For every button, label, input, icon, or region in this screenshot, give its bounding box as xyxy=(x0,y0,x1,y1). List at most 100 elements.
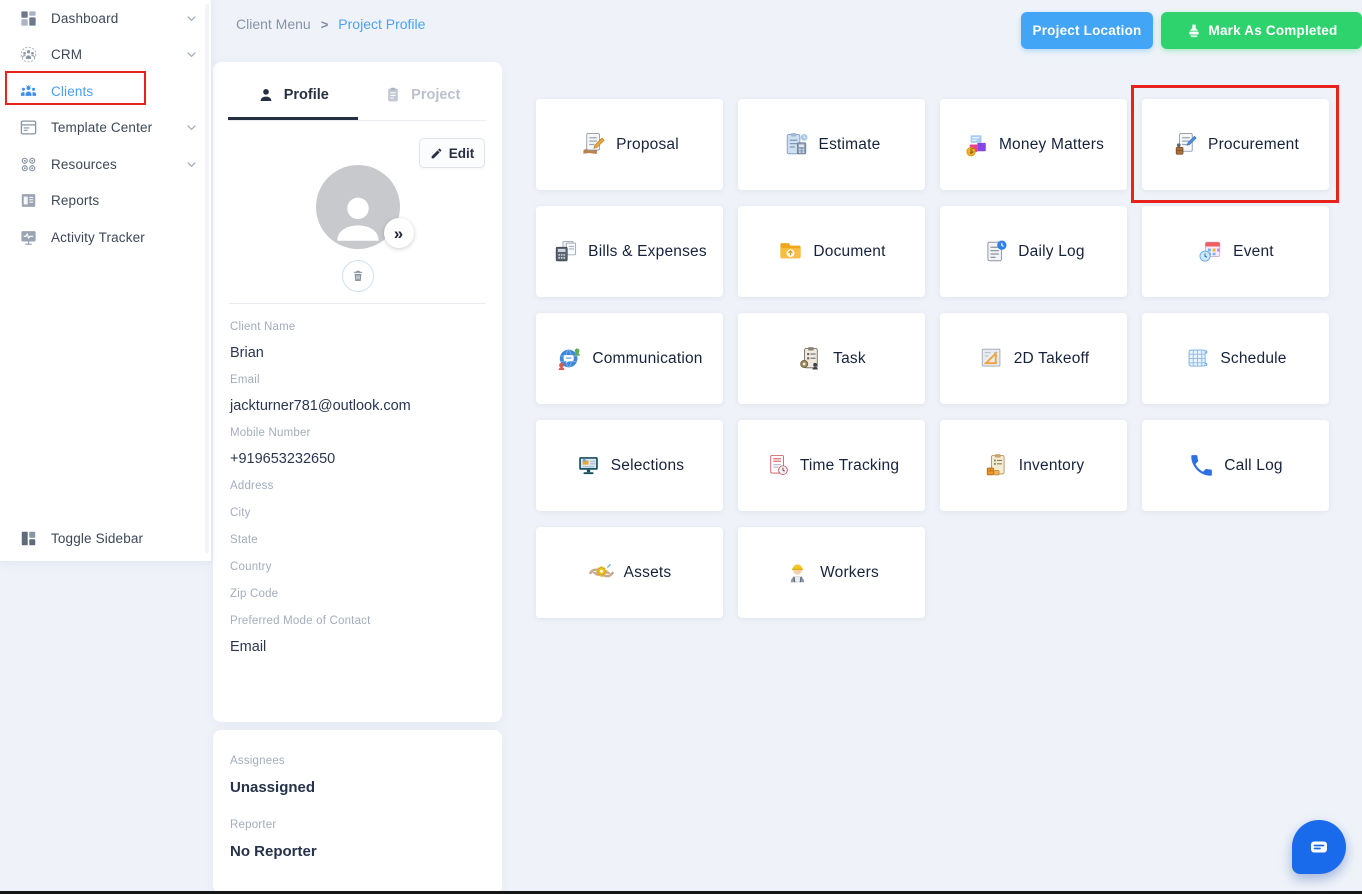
sidebar-item-activity-tracker[interactable]: Activity Tracker xyxy=(0,219,211,256)
selections-icon xyxy=(575,452,602,479)
sidebar-item-reports[interactable]: Reports xyxy=(0,183,211,220)
field-email: Email jackturner781@outlook.com xyxy=(230,374,488,414)
module-card-task[interactable]: Task xyxy=(738,313,925,404)
sidebar-item-label: Dashboard xyxy=(51,10,119,26)
tab-label: Profile xyxy=(283,86,329,103)
tab-label: Project xyxy=(411,86,461,103)
call-log-icon xyxy=(1188,452,1215,479)
field-state: State xyxy=(230,534,488,546)
field-label: Email xyxy=(230,374,260,386)
breadcrumb-client-menu[interactable]: Client Menu xyxy=(236,16,311,32)
workers-icon xyxy=(784,559,811,586)
sidebar: Dashboard CRM Clients Template Center Resour… xyxy=(0,0,211,561)
profile-tab-icon xyxy=(257,86,275,104)
takeoff-2d-icon xyxy=(978,345,1005,372)
sidebar-item-dashboard[interactable]: Dashboard xyxy=(0,0,211,37)
field-label: Mobile Number xyxy=(230,427,311,439)
module-card-money-matters[interactable]: Money Matters xyxy=(940,99,1127,190)
assignment-panel: Assignees Unassigned Reporter No Reporter xyxy=(213,730,502,894)
module-card-label: Estimate xyxy=(818,135,881,153)
module-card-inventory[interactable]: Inventory xyxy=(940,420,1127,511)
chat-launcher-button[interactable] xyxy=(1292,820,1346,874)
sidebar-item-label: Template Center xyxy=(51,120,153,136)
field-value: Email xyxy=(230,639,267,655)
toggle-sidebar-label: Toggle Sidebar xyxy=(51,530,144,546)
module-card-label: Event xyxy=(1233,242,1274,260)
module-card-document[interactable]: Document xyxy=(738,206,925,297)
delete-avatar-button[interactable] xyxy=(341,260,374,292)
schedule-icon xyxy=(1184,345,1211,372)
field-city: City xyxy=(230,507,488,519)
sidebar-item-label: Resources xyxy=(51,156,117,172)
field-country: Country xyxy=(230,561,488,573)
project-location-button[interactable]: Project Location xyxy=(1021,12,1153,49)
sidebar-item-clients[interactable]: Clients xyxy=(0,71,211,110)
proposal-icon xyxy=(580,131,607,158)
breadcrumb-project-profile[interactable]: Project Profile xyxy=(338,16,425,32)
module-card-call-log[interactable]: Call Log xyxy=(1142,420,1329,511)
module-card-bills-expenses[interactable]: Bills & Expenses xyxy=(536,206,723,297)
module-card-label: Procurement xyxy=(1208,135,1299,153)
edit-label: Edit xyxy=(448,145,475,161)
communication-icon xyxy=(556,345,583,372)
chevron-down-icon[interactable] xyxy=(184,120,199,135)
module-card-workers[interactable]: Workers xyxy=(738,527,925,618)
sidebar-item-resources[interactable]: Resources xyxy=(0,146,211,183)
module-card-estimate[interactable]: Estimate xyxy=(738,99,925,190)
tab-profile[interactable]: Profile xyxy=(228,62,358,120)
field-label: State xyxy=(230,534,258,546)
toggle-sidebar-button[interactable]: Toggle Sidebar xyxy=(0,520,211,556)
module-card-proposal[interactable]: Proposal xyxy=(536,99,723,190)
sidebar-item-crm[interactable]: CRM xyxy=(0,37,211,74)
module-card-label: Inventory xyxy=(1018,456,1085,474)
chevron-down-icon[interactable] xyxy=(184,157,199,172)
mark-as-completed-button[interactable]: Mark As Completed xyxy=(1161,12,1362,49)
field-reporter: Reporter No Reporter xyxy=(230,819,485,860)
expand-avatar-button[interactable]: » xyxy=(383,218,414,248)
sidebar-nav: Dashboard CRM Clients Template Center Resour… xyxy=(0,0,211,256)
module-card-label: Call Log xyxy=(1224,456,1283,474)
sidebar-item-label: Reports xyxy=(51,193,100,209)
chevron-down-icon[interactable] xyxy=(184,47,199,62)
sidebar-item-label: CRM xyxy=(51,47,83,63)
module-card-label: Document xyxy=(813,242,886,260)
module-card-daily-log[interactable]: Daily Log xyxy=(940,206,1127,297)
module-card-procurement[interactable]: Procurement xyxy=(1142,99,1329,190)
module-card-event[interactable]: Event xyxy=(1142,206,1329,297)
chat-icon xyxy=(1311,841,1327,853)
field-label: Zip Code xyxy=(230,588,279,600)
module-card-label: Assets xyxy=(623,563,672,581)
field-zip-code: Zip Code xyxy=(230,588,488,600)
module-card-label: Money Matters xyxy=(998,135,1105,153)
field-label: City xyxy=(230,507,251,519)
module-card-label: Bills & Expenses xyxy=(588,242,707,260)
module-card-schedule[interactable]: Schedule xyxy=(1142,313,1329,404)
profile-panel: Profile Project Edit » Client Name Brian Em… xyxy=(213,62,502,722)
pencil-icon xyxy=(430,147,443,160)
tab-project[interactable]: Project xyxy=(358,62,488,120)
chevron-down-icon[interactable] xyxy=(184,11,199,26)
field-value: No Reporter xyxy=(230,843,317,860)
avatar: » xyxy=(315,165,414,249)
time-tracking-icon xyxy=(764,452,791,479)
module-card-selections[interactable]: Selections xyxy=(536,420,723,511)
estimate-icon xyxy=(783,131,810,158)
module-card-time-tracking[interactable]: Time Tracking xyxy=(738,420,925,511)
field-assignees: Assignees Unassigned xyxy=(230,755,485,796)
edit-button[interactable]: Edit xyxy=(419,138,485,168)
field-value: +919653232650 xyxy=(230,451,336,467)
module-card-assets[interactable]: Assets xyxy=(536,527,723,618)
field-value: jackturner781@outlook.com xyxy=(230,398,411,414)
module-card-communication[interactable]: Communication xyxy=(536,313,723,404)
task-icon xyxy=(797,345,824,372)
clients-icon xyxy=(18,81,38,101)
module-card-label: Selections xyxy=(610,456,685,474)
sidebar-item-template-center[interactable]: Template Center xyxy=(0,110,211,147)
inventory-icon xyxy=(983,452,1010,479)
module-card-label: Time Tracking xyxy=(799,456,900,474)
module-card-label: Proposal xyxy=(616,135,679,153)
template-center-icon xyxy=(18,118,38,138)
divider xyxy=(229,303,486,304)
module-card-2d-takeoff[interactable]: 2D Takeoff xyxy=(940,313,1127,404)
bills-expenses-icon xyxy=(552,238,579,265)
